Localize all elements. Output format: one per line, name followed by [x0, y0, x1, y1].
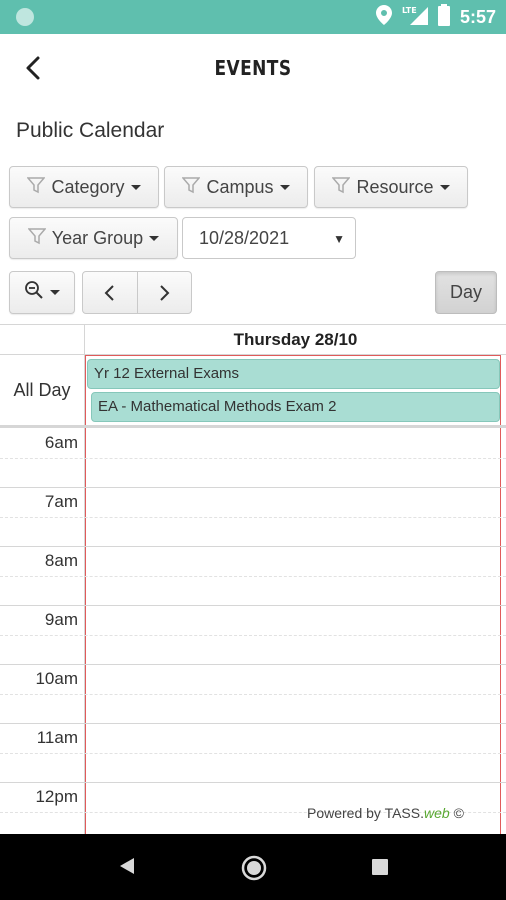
lte-signal-icon: LTE — [402, 5, 428, 30]
caret-down-icon — [130, 184, 141, 190]
day-view-button[interactable]: Day — [435, 271, 497, 314]
day-header: Thursday 28/10 — [233, 330, 358, 349]
hour-line — [0, 723, 506, 724]
date-navigation — [82, 271, 192, 314]
resource-filter-button[interactable]: Resource — [314, 166, 468, 208]
date-select[interactable]: 10/28/2021 ▼ — [182, 217, 356, 259]
zoom-button[interactable] — [9, 271, 75, 314]
caret-down-icon — [279, 184, 290, 190]
status-icons: LTE 5:57 — [375, 0, 496, 34]
zoom-out-icon — [24, 280, 44, 305]
campus-filter-button[interactable]: Campus — [164, 166, 308, 208]
home-circle-icon — [241, 855, 267, 881]
all-day-column[interactable]: Yr 12 External Exams EA - Mathematical M… — [85, 355, 501, 425]
time-grid: 6am 7am 8am 9am 10am 11am 12pm — [0, 428, 506, 834]
day-calendar: Thursday 28/10 All Day Yr 12 External Ex… — [0, 324, 506, 834]
all-day-row: All Day Yr 12 External Exams EA - Mathem… — [0, 355, 506, 428]
previous-button[interactable] — [83, 272, 137, 313]
hour-line — [0, 605, 506, 606]
half-hour-line — [0, 457, 506, 459]
caret-down-icon — [50, 290, 60, 295]
day-column[interactable] — [85, 428, 501, 834]
battery-icon — [437, 3, 450, 31]
resource-filter-label: Resource — [356, 176, 434, 197]
all-day-event[interactable]: Yr 12 External Exams — [87, 359, 500, 389]
location-icon — [375, 4, 392, 30]
year-group-filter-button[interactable]: Year Group — [9, 217, 178, 259]
caret-down-icon — [149, 235, 160, 241]
half-hour-line — [0, 752, 506, 754]
all-day-event[interactable]: EA - Mathematical Methods Exam 2 — [91, 392, 500, 422]
system-home-button[interactable] — [240, 854, 268, 887]
half-hour-line — [0, 516, 506, 518]
time-gutter — [0, 428, 85, 834]
triangle-back-icon — [120, 858, 134, 874]
notification-icon — [16, 8, 34, 26]
status-bar: LTE 5:57 — [0, 0, 506, 34]
filter-icon — [26, 176, 47, 199]
half-hour-line — [0, 575, 506, 577]
year-group-filter-label: Year Group — [51, 227, 144, 248]
hour-line — [0, 487, 506, 488]
hour-label: 12pm — [35, 787, 78, 806]
hour-label: 11am — [36, 728, 78, 747]
calendar-header-gutter — [0, 325, 85, 355]
system-recents-button[interactable] — [372, 859, 388, 875]
hour-label: 8am — [44, 551, 78, 570]
campus-filter-label: Campus — [206, 176, 274, 197]
page-header-title: EVENTS — [214, 56, 292, 80]
hour-label: 6am — [44, 433, 78, 452]
filter-icon — [27, 227, 47, 250]
hour-label: 9am — [44, 610, 78, 629]
hour-label: 7am — [44, 492, 78, 511]
svg-text:LTE: LTE — [402, 6, 417, 15]
status-time: 5:57 — [459, 6, 496, 27]
category-filter-label: Category — [51, 176, 125, 197]
system-back-button[interactable] — [118, 856, 136, 881]
hour-label: 10am — [35, 669, 78, 688]
powered-by-text: Powered by TASS.web © — [307, 805, 464, 821]
calendar-header: Thursday 28/10 — [0, 325, 506, 355]
system-navigation-bar — [0, 834, 506, 900]
half-hour-line — [0, 693, 506, 695]
caret-down-icon — [439, 184, 450, 190]
category-filter-button[interactable]: Category — [9, 166, 159, 208]
page-title: Public Calendar — [16, 119, 165, 142]
all-day-label: All Day — [0, 355, 85, 425]
filter-icon — [331, 176, 352, 199]
next-button[interactable] — [136, 272, 191, 313]
hour-line — [0, 782, 506, 783]
filter-icon — [181, 176, 202, 199]
date-select-value: 10/28/2021 — [199, 227, 290, 248]
chevron-right-icon — [160, 284, 170, 301]
hour-line — [0, 546, 506, 547]
powered-by-prefix: Powered by TASS. — [307, 805, 424, 821]
half-hour-line — [0, 634, 506, 636]
copyright-icon: © — [453, 805, 464, 821]
chevron-left-icon — [104, 284, 114, 301]
powered-by-web: web — [423, 805, 450, 821]
dropdown-arrow-icon: ▼ — [333, 232, 345, 246]
app-header: EVENTS — [0, 34, 506, 102]
hour-line — [0, 664, 506, 665]
